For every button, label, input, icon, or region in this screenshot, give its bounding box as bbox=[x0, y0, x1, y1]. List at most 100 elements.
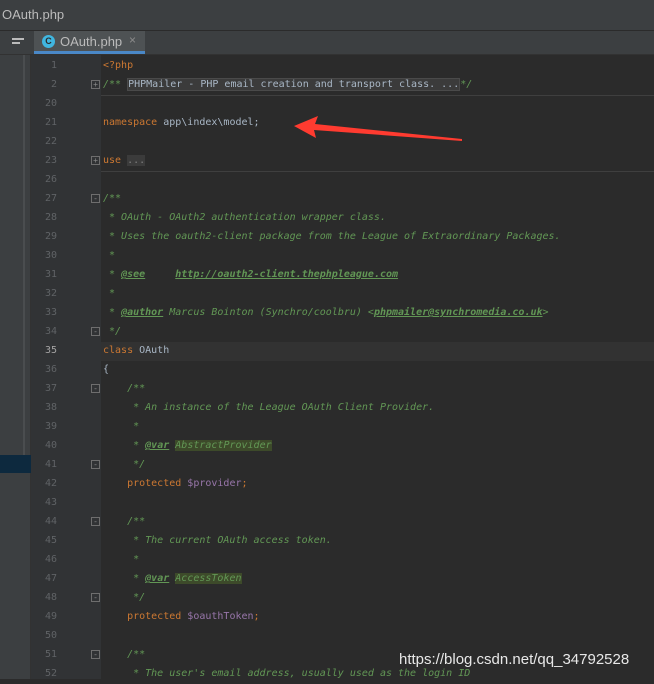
window-title-bar: OAuth.php bbox=[0, 0, 654, 31]
code-text: /** PHPMailer - PHP email creation and t… bbox=[103, 78, 472, 91]
code-line[interactable]: * The current OAuth access token. bbox=[101, 532, 654, 551]
code-token: /** bbox=[103, 516, 146, 527]
code-line[interactable]: * @see http://oauth2-client.thephpleague… bbox=[101, 266, 654, 285]
code-text: * Uses the oauth2-client package from th… bbox=[103, 231, 561, 242]
code-line[interactable]: */ bbox=[101, 456, 654, 475]
gutter-row: 51 - bbox=[31, 646, 101, 665]
code-line[interactable] bbox=[101, 494, 654, 513]
code-text: /** bbox=[103, 516, 145, 527]
php-class-icon: C bbox=[42, 35, 55, 48]
code-text: * @var AccessToken bbox=[103, 573, 242, 584]
gutter-row: 39 bbox=[31, 418, 101, 437]
code-line[interactable]: * @author Marcus Bointon (Synchro/coolbr… bbox=[101, 304, 654, 323]
window-title: OAuth.php bbox=[2, 7, 65, 22]
code-line[interactable]: * bbox=[101, 418, 654, 437]
code-token: AccessToken bbox=[175, 573, 242, 584]
line-number: 41 bbox=[44, 459, 57, 470]
code-text: /** bbox=[103, 193, 121, 204]
code-text: * OAuth - OAuth2 authentication wrapper … bbox=[103, 212, 386, 223]
collapse-fold-icon[interactable]: - bbox=[91, 327, 100, 336]
gutter-row: 42 bbox=[31, 475, 101, 494]
collapse-fold-icon[interactable]: - bbox=[91, 194, 100, 203]
collapse-fold-icon[interactable]: - bbox=[91, 517, 100, 526]
line-number: 37 bbox=[44, 383, 57, 394]
code-line[interactable]: /** bbox=[101, 190, 654, 209]
code-text: * The user's email address, usually used… bbox=[103, 668, 470, 679]
line-number: 34 bbox=[44, 326, 57, 337]
code-line[interactable] bbox=[101, 171, 654, 190]
line-number: 48 bbox=[44, 592, 57, 603]
code-token: AbstractProvider bbox=[175, 440, 272, 451]
code-line[interactable]: <?php bbox=[101, 57, 654, 76]
code-line[interactable]: * OAuth - OAuth2 authentication wrapper … bbox=[101, 209, 654, 228]
code-line[interactable]: * bbox=[101, 551, 654, 570]
collapse-fold-icon[interactable]: - bbox=[91, 384, 100, 393]
code-token: http://oauth2-client.thephpleague.com bbox=[175, 269, 399, 280]
code-text: { bbox=[103, 364, 109, 375]
gutter-row: 22 bbox=[31, 133, 101, 152]
code-line[interactable]: * bbox=[101, 247, 654, 266]
code-line[interactable]: /** PHPMailer - PHP email creation and t… bbox=[101, 76, 654, 95]
code-token: protected bbox=[103, 611, 188, 622]
code-token: * bbox=[103, 440, 146, 451]
code-line[interactable] bbox=[101, 95, 654, 114]
code-text: * The current OAuth access token. bbox=[103, 535, 332, 546]
line-number: 39 bbox=[44, 421, 57, 432]
code-line[interactable]: protected $provider; bbox=[101, 475, 654, 494]
code-line[interactable]: use ... bbox=[101, 152, 654, 171]
collapse-fold-icon[interactable]: - bbox=[91, 460, 100, 469]
code-line[interactable]: class OAuth bbox=[101, 342, 654, 361]
code-text: * @author Marcus Bointon (Synchro/coolbr… bbox=[103, 307, 549, 318]
close-tab-icon[interactable]: × bbox=[129, 33, 136, 47]
code-text: namespace app\index\model; bbox=[103, 117, 260, 128]
code-line[interactable]: */ bbox=[101, 323, 654, 342]
line-number: 26 bbox=[44, 174, 57, 185]
collapse-fold-icon[interactable]: - bbox=[91, 593, 100, 602]
code-token: @var bbox=[145, 573, 170, 584]
tab-oauth-php[interactable]: C OAuth.php × bbox=[34, 31, 145, 54]
project-panel-toggle-icon[interactable] bbox=[12, 38, 24, 48]
collapse-fold-icon[interactable]: - bbox=[91, 650, 100, 659]
code-token: * bbox=[103, 250, 116, 261]
code-line[interactable]: /** bbox=[101, 513, 654, 532]
code-token: $oauthToken bbox=[187, 611, 254, 622]
code-line[interactable]: */ bbox=[101, 589, 654, 608]
code-text: protected $provider; bbox=[103, 478, 248, 489]
code-token: * Uses the oauth2-client package from th… bbox=[103, 231, 561, 242]
line-number: 20 bbox=[44, 98, 57, 109]
code-text: */ bbox=[103, 326, 121, 337]
code-line[interactable]: * @var AbstractProvider bbox=[101, 437, 654, 456]
code-line[interactable]: * @var AccessToken bbox=[101, 570, 654, 589]
line-number: 36 bbox=[44, 364, 57, 375]
code-line[interactable]: /** bbox=[101, 380, 654, 399]
sidebar-scrollbar[interactable] bbox=[23, 55, 25, 455]
expand-fold-icon[interactable]: + bbox=[91, 80, 100, 89]
code-token: * bbox=[103, 573, 146, 584]
gutter-row: 1 bbox=[31, 57, 101, 76]
line-number: 46 bbox=[44, 554, 57, 565]
code-line[interactable]: * bbox=[101, 285, 654, 304]
code-line[interactable] bbox=[101, 627, 654, 646]
gutter-row: 23 + bbox=[31, 152, 101, 171]
code-token: /** bbox=[103, 649, 146, 660]
expand-fold-icon[interactable]: + bbox=[91, 156, 100, 165]
code-token: ... bbox=[127, 155, 146, 166]
code-token: ; bbox=[253, 611, 260, 622]
code-editor[interactable]: <?php /** PHPMailer - PHP email creation … bbox=[101, 55, 654, 679]
code-line[interactable]: * An instance of the League OAuth Client… bbox=[101, 399, 654, 418]
line-number: 33 bbox=[44, 307, 57, 318]
code-token: ; bbox=[241, 478, 248, 489]
line-number: 38 bbox=[44, 402, 57, 413]
gutter-row: 48 - bbox=[31, 589, 101, 608]
code-line[interactable]: { bbox=[101, 361, 654, 380]
code-line[interactable]: protected $oauthToken; bbox=[101, 608, 654, 627]
code-text: /** bbox=[103, 383, 145, 394]
code-line[interactable]: * Uses the oauth2-client package from th… bbox=[101, 228, 654, 247]
code-text: * @see http://oauth2-client.thephpleague… bbox=[103, 269, 398, 280]
line-number: 50 bbox=[44, 630, 57, 641]
code-token: /** bbox=[103, 79, 128, 90]
gutter-row: 35 bbox=[31, 342, 101, 361]
gutter-row: 21 bbox=[31, 114, 101, 133]
gutter-row: 31 bbox=[31, 266, 101, 285]
